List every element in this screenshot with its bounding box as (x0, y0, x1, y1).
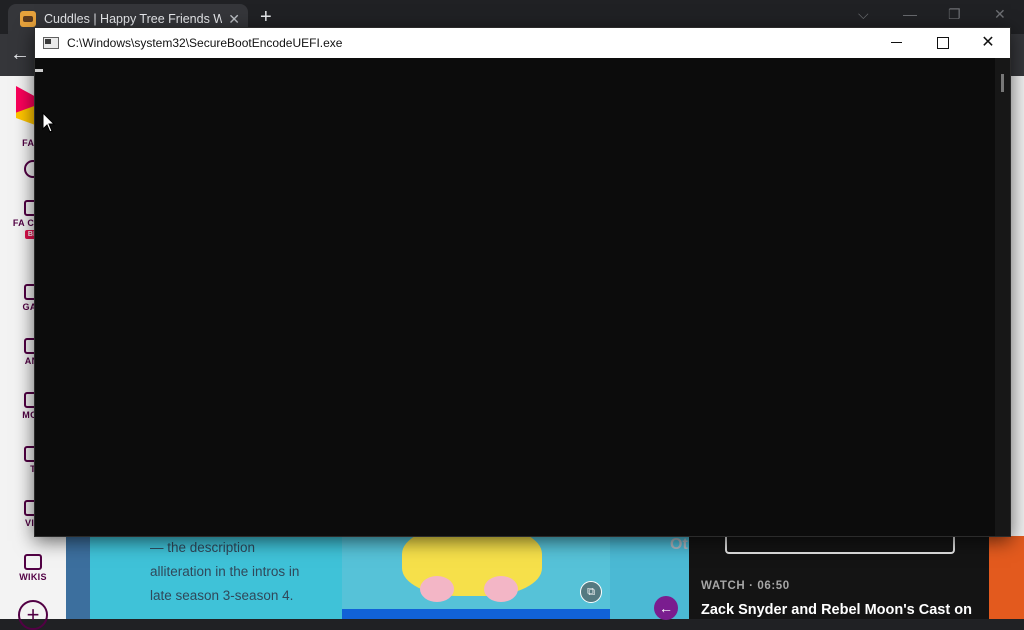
rail-item-label: WIKIS (19, 572, 47, 582)
console-titlebar[interactable]: C:\Windows\system32\SecureBootEncodeUEFI… (35, 28, 1010, 58)
tab-title: Cuddles | Happy Tree Friends Wil (44, 12, 223, 26)
create-wiki-plus-icon[interactable]: + (18, 600, 48, 630)
console-window[interactable]: C:\Windows\system32\SecureBootEncodeUEFI… (34, 27, 1011, 537)
new-tab-button[interactable]: + (260, 7, 272, 27)
back-arrow-icon[interactable]: ← (10, 43, 30, 66)
browser-close-button[interactable]: ✕ (994, 6, 1006, 23)
bunny-slipper-left (420, 576, 454, 602)
console-title: C:\Windows\system32\SecureBootEncodeUEFI… (67, 36, 343, 50)
browser-restore-button[interactable]: ❐ (948, 6, 961, 23)
character-image[interactable]: ⧉ (342, 536, 610, 619)
console-output[interactable] (35, 58, 995, 536)
browser-minimize-button[interactable]: — (903, 6, 917, 22)
page-scrollbar[interactable] (1010, 76, 1024, 536)
fandom-favicon-icon (20, 11, 36, 27)
console-scrollbar[interactable] (995, 58, 1010, 536)
scrollbar-thumb[interactable] (1001, 74, 1004, 92)
wikis-book-icon (24, 554, 42, 570)
article-text-card: — the description alliteration in the in… (90, 536, 342, 619)
article-line: alliteration in the intros in (150, 564, 300, 579)
side-heading: Ot (670, 536, 688, 553)
video-title[interactable]: Zack Snyder and Rebel Moon's Cast on (701, 602, 972, 618)
console-app-icon (43, 37, 59, 49)
image-caption-bar (342, 609, 610, 619)
tab-close-icon[interactable]: ✕ (228, 11, 240, 28)
bunny-slipper-right (484, 576, 518, 602)
console-close-button[interactable]: ✕ (965, 28, 1011, 58)
rail-item-wikis[interactable]: WIKIS (0, 554, 66, 582)
video-player[interactable]: WATCH · 06:50 Zack Snyder and Rebel Moon… (689, 536, 989, 619)
console-maximize-button[interactable] (919, 28, 965, 58)
expand-image-icon[interactable]: ⧉ (580, 581, 602, 603)
video-thumbnail (725, 536, 955, 554)
tab-search-icon[interactable]: ⌵ (858, 6, 869, 23)
collapse-arrow-button[interactable]: ← (654, 596, 678, 620)
article-line: — the description (150, 540, 256, 555)
right-edge-ad (989, 536, 1024, 619)
console-minimize-button[interactable] (874, 28, 920, 58)
video-duration: WATCH · 06:50 (701, 580, 790, 592)
text-cursor (35, 69, 43, 72)
article-line: late season 3-season 4. (150, 588, 294, 603)
